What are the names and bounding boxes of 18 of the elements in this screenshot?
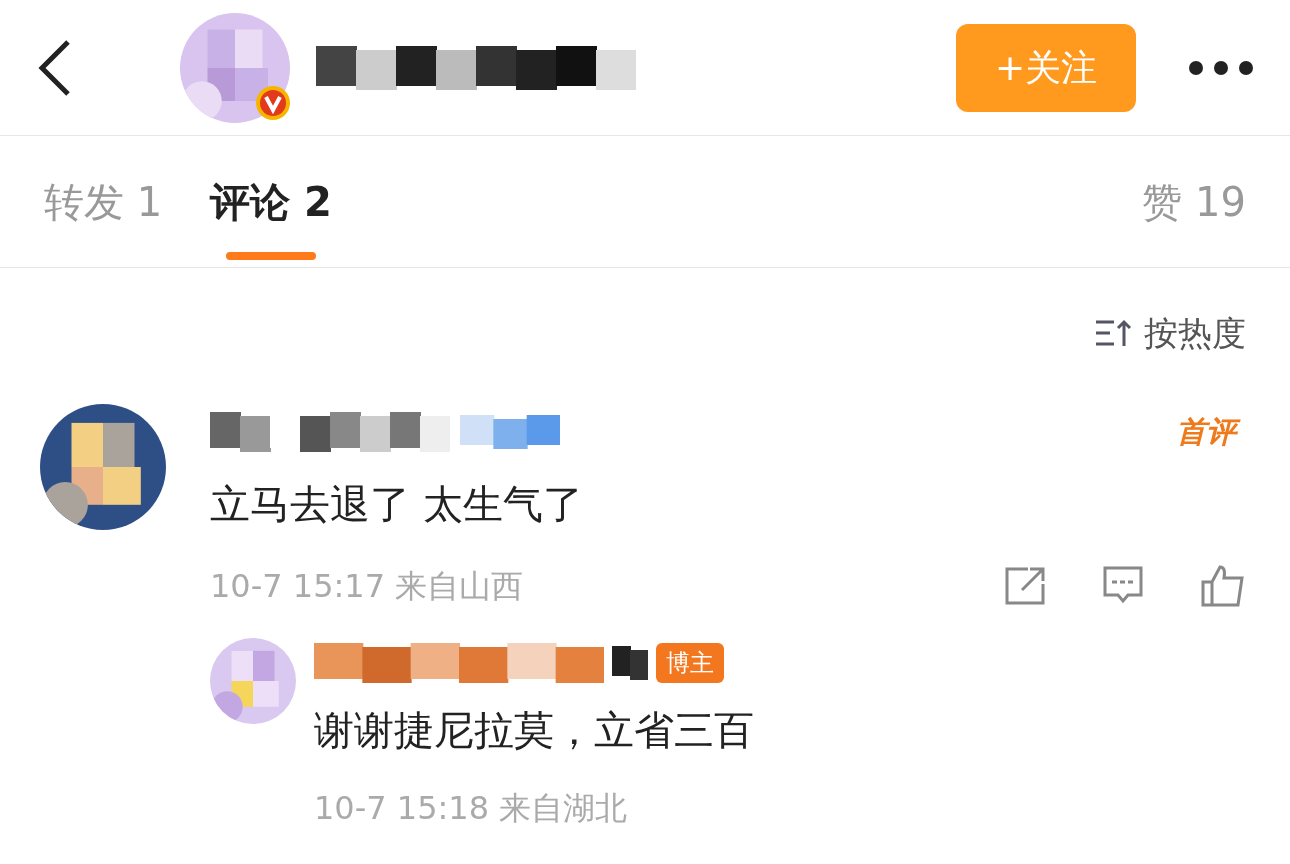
tab[interactable]: 转发 1 (44, 135, 163, 268)
follow-button[interactable]: +关注 (956, 23, 1136, 112)
back-icon[interactable] (36, 37, 72, 98)
like-count[interactable]: 赞 19 (1142, 171, 1246, 232)
reply-meta: 10-7 15:18 来自湖北 (314, 788, 629, 829)
first-comment-label: 首评 (1170, 412, 1242, 452)
more-icon[interactable] (1188, 59, 1254, 76)
sort-icon (1094, 318, 1132, 348)
comment-meta: 10-7 15:17 来自山西 (210, 566, 524, 607)
pixelated-badge-drawing (612, 646, 648, 680)
tab[interactable]: 评论 2 (210, 135, 332, 268)
author-tag: 博主 (656, 643, 724, 683)
reply-text: 谢谢捷尼拉莫，立省三百 (314, 706, 755, 755)
like-icon[interactable] (1200, 564, 1246, 608)
sort-button[interactable]: 按热度 (1094, 307, 1246, 359)
share-icon[interactable] (1004, 566, 1046, 606)
verified-badge-icon (255, 84, 291, 121)
comment-text: 立马去退了 太生气了 (210, 480, 584, 529)
